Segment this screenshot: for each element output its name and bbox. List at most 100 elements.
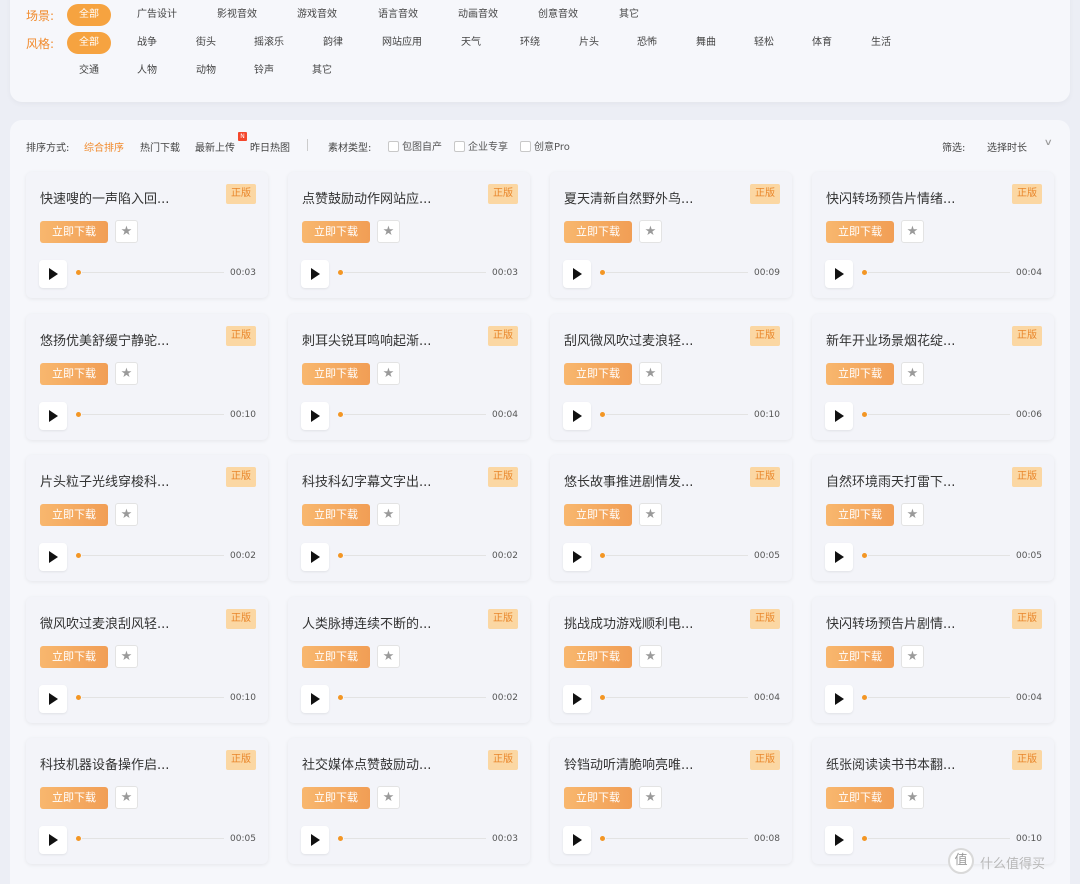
star-icon[interactable]: ★ xyxy=(901,220,924,243)
progress-track[interactable] xyxy=(606,555,748,556)
style-chip-all[interactable]: 全部 xyxy=(67,32,111,54)
progress-handle[interactable] xyxy=(76,270,81,275)
checkbox-box[interactable] xyxy=(520,141,531,152)
play-icon[interactable] xyxy=(301,685,329,713)
scene-chip-film-sfx[interactable]: 影视音效 xyxy=(217,4,257,26)
star-icon[interactable]: ★ xyxy=(639,503,662,526)
progress-track[interactable] xyxy=(344,555,486,556)
progress-track[interactable] xyxy=(82,838,224,839)
scene-chip-other[interactable]: 其它 xyxy=(619,4,639,26)
progress-track[interactable] xyxy=(868,838,1010,839)
sound-title[interactable]: 快速嗖的一声陷入回... xyxy=(40,188,169,207)
sound-title[interactable]: 科技科幻字幕文字出... xyxy=(302,471,431,490)
style-chip-horror[interactable]: 恐怖 xyxy=(637,32,657,54)
style-chip-dance[interactable]: 舞曲 xyxy=(696,32,716,54)
sound-title[interactable]: 挑战成功游戏顺利电... xyxy=(564,613,693,632)
progress-track[interactable] xyxy=(344,272,486,273)
sound-card[interactable]: 新年开业场景烟花绽... 正版 立即下载 ★ 00:06 xyxy=(812,314,1054,440)
download-button[interactable]: 立即下载 xyxy=(564,646,632,668)
play-icon[interactable] xyxy=(563,402,591,430)
style-chip-ringtone[interactable]: 铃声 xyxy=(254,60,274,82)
star-icon[interactable]: ★ xyxy=(377,362,400,385)
sound-title[interactable]: 铃铛动听清脆响亮唯... xyxy=(564,754,693,773)
progress-track[interactable] xyxy=(606,697,748,698)
play-icon[interactable] xyxy=(301,402,329,430)
star-icon[interactable]: ★ xyxy=(377,503,400,526)
checkbox-box[interactable] xyxy=(454,141,465,152)
download-button[interactable]: 立即下载 xyxy=(564,504,632,526)
progress-track[interactable] xyxy=(868,272,1010,273)
sound-card[interactable]: 快速嗖的一声陷入回... 正版 立即下载 ★ 00:03 xyxy=(26,172,268,298)
sound-title[interactable]: 快闪转场预告片情绪... xyxy=(826,188,955,207)
download-button[interactable]: 立即下载 xyxy=(302,504,370,526)
progress-handle[interactable] xyxy=(862,553,867,558)
star-icon[interactable]: ★ xyxy=(115,645,138,668)
sound-card[interactable]: 人类脉搏连续不断的... 正版 立即下载 ★ 00:02 xyxy=(288,597,530,723)
scene-chip-voice-sfx[interactable]: 语言音效 xyxy=(378,4,418,26)
download-button[interactable]: 立即下载 xyxy=(826,646,894,668)
duration-select[interactable]: 选择时长 xyxy=(987,139,1027,154)
download-button[interactable]: 立即下载 xyxy=(826,363,894,385)
star-icon[interactable]: ★ xyxy=(639,786,662,809)
sound-card[interactable]: 铃铛动听清脆响亮唯... 正版 立即下载 ★ 00:08 xyxy=(550,738,792,864)
style-chip-web-app[interactable]: 网站应用 xyxy=(382,32,422,54)
checkbox-baotu-original[interactable]: 包图自产 xyxy=(388,138,442,153)
scene-chip-ad-design[interactable]: 广告设计 xyxy=(137,4,177,26)
download-button[interactable]: 立即下载 xyxy=(40,221,108,243)
sound-title[interactable]: 社交媒体点赞鼓励动... xyxy=(302,754,431,773)
sort-popular-downloads[interactable]: 热门下载 xyxy=(140,139,180,154)
progress-handle[interactable] xyxy=(338,270,343,275)
progress-handle[interactable] xyxy=(862,412,867,417)
sound-card[interactable]: 微风吹过麦浪刮风轻... 正版 立即下载 ★ 00:10 xyxy=(26,597,268,723)
progress-handle[interactable] xyxy=(76,553,81,558)
progress-handle[interactable] xyxy=(600,836,605,841)
style-chip-surround[interactable]: 环绕 xyxy=(520,32,540,54)
sound-card[interactable]: 片头粒子光线穿梭科... 正版 立即下载 ★ 00:02 xyxy=(26,455,268,581)
star-icon[interactable]: ★ xyxy=(639,220,662,243)
play-icon[interactable] xyxy=(563,826,591,854)
play-icon[interactable] xyxy=(301,826,329,854)
scene-chip-creative-sfx[interactable]: 创意音效 xyxy=(538,4,578,26)
star-icon[interactable]: ★ xyxy=(115,362,138,385)
sound-title[interactable]: 微风吹过麦浪刮风轻... xyxy=(40,613,169,632)
progress-handle[interactable] xyxy=(76,695,81,700)
play-icon[interactable] xyxy=(39,685,67,713)
progress-handle[interactable] xyxy=(338,836,343,841)
download-button[interactable]: 立即下载 xyxy=(40,363,108,385)
sound-card[interactable]: 刺耳尖锐耳鸣响起渐... 正版 立即下载 ★ 00:04 xyxy=(288,314,530,440)
sound-card[interactable]: 刮风微风吹过麦浪轻... 正版 立即下载 ★ 00:10 xyxy=(550,314,792,440)
sound-title[interactable]: 点赞鼓励动作网站应... xyxy=(302,188,431,207)
star-icon[interactable]: ★ xyxy=(115,503,138,526)
sound-card[interactable]: 社交媒体点赞鼓励动... 正版 立即下载 ★ 00:03 xyxy=(288,738,530,864)
star-icon[interactable]: ★ xyxy=(377,786,400,809)
style-chip-weather[interactable]: 天气 xyxy=(461,32,481,54)
progress-track[interactable] xyxy=(868,414,1010,415)
play-icon[interactable] xyxy=(39,826,67,854)
style-chip-relaxed[interactable]: 轻松 xyxy=(754,32,774,54)
scene-chip-animation-sfx[interactable]: 动画音效 xyxy=(458,4,498,26)
download-button[interactable]: 立即下载 xyxy=(302,221,370,243)
download-button[interactable]: 立即下载 xyxy=(564,363,632,385)
style-chip-animal[interactable]: 动物 xyxy=(196,60,216,82)
progress-track[interactable] xyxy=(606,414,748,415)
progress-handle[interactable] xyxy=(76,412,81,417)
style-chip-people[interactable]: 人物 xyxy=(137,60,157,82)
scene-chip-all[interactable]: 全部 xyxy=(67,4,111,26)
progress-handle[interactable] xyxy=(338,695,343,700)
sound-title[interactable]: 悠长故事推进剧情发... xyxy=(564,471,693,490)
progress-handle[interactable] xyxy=(600,412,605,417)
progress-handle[interactable] xyxy=(338,553,343,558)
progress-track[interactable] xyxy=(82,555,224,556)
play-icon[interactable] xyxy=(563,543,591,571)
star-icon[interactable]: ★ xyxy=(901,645,924,668)
progress-handle[interactable] xyxy=(338,412,343,417)
play-icon[interactable] xyxy=(563,685,591,713)
download-button[interactable]: 立即下载 xyxy=(40,646,108,668)
style-chip-life[interactable]: 生活 xyxy=(871,32,891,54)
download-button[interactable]: 立即下载 xyxy=(302,646,370,668)
progress-track[interactable] xyxy=(82,697,224,698)
style-chip-rock[interactable]: 摇滚乐 xyxy=(254,32,284,54)
download-button[interactable]: 立即下载 xyxy=(564,221,632,243)
play-icon[interactable] xyxy=(301,260,329,288)
style-chip-street[interactable]: 街头 xyxy=(196,32,216,54)
